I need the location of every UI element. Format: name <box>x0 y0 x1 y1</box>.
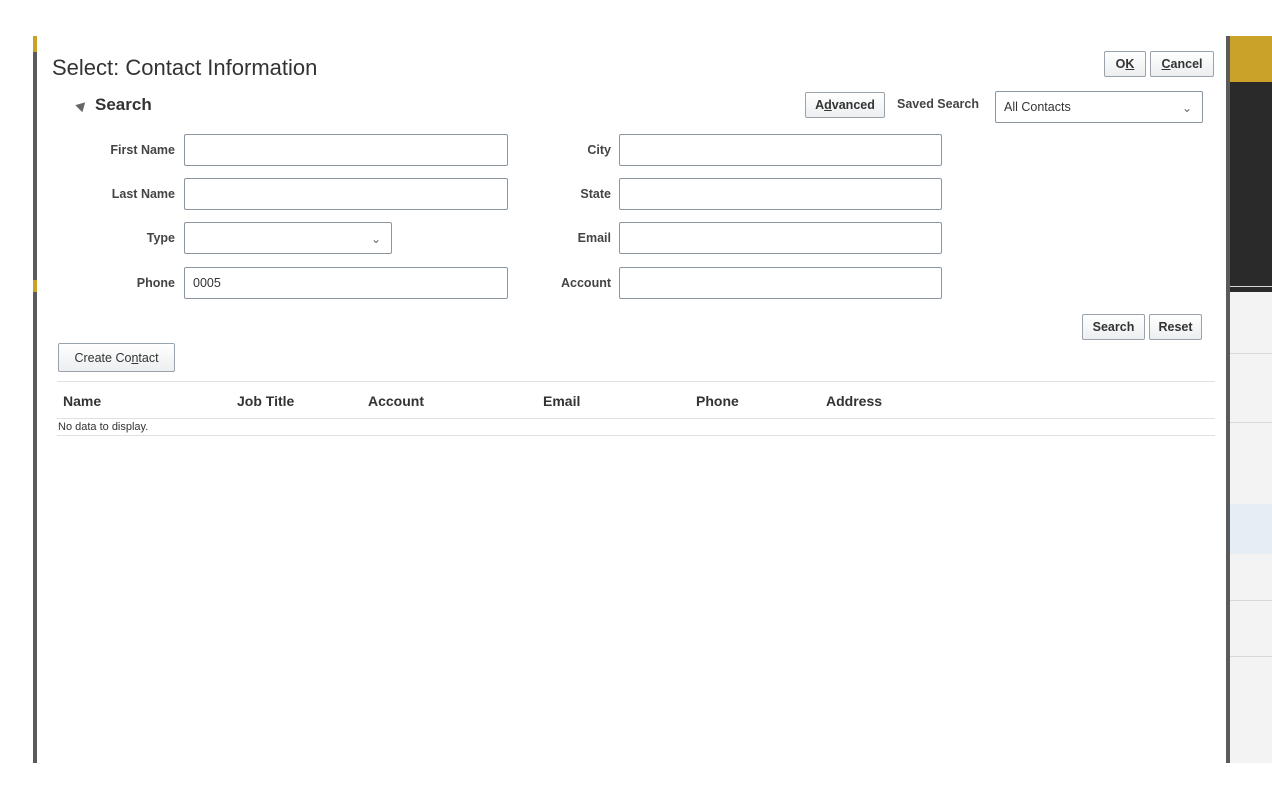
create-contact-accesskey: n <box>131 350 139 365</box>
email-input[interactable] <box>619 222 942 254</box>
advanced-accesskey: d <box>824 98 832 112</box>
saved-search-select[interactable]: All Contacts ⌄ <box>995 91 1203 123</box>
background-divider <box>1230 286 1272 287</box>
email-label: Email <box>577 231 611 245</box>
cancel-accesskey: C <box>1161 57 1171 71</box>
background-divider <box>1230 600 1272 601</box>
reset-button[interactable]: Reset <box>1149 314 1202 340</box>
triangle-down-icon <box>75 98 89 112</box>
phone-input[interactable]: 0005 <box>184 267 508 299</box>
last-name-label: Last Name <box>111 187 175 201</box>
cancel-label: ancel <box>1170 57 1203 71</box>
background-divider <box>1230 656 1272 657</box>
cancel-button[interactable]: Cancel <box>1150 51 1214 77</box>
column-header-phone[interactable]: Phone <box>696 393 739 409</box>
first-name-label: First Name <box>110 143 175 157</box>
column-header-address[interactable]: Address <box>826 393 882 409</box>
type-label: Type <box>146 231 175 245</box>
create-contact-label: Create Co <box>74 350 132 365</box>
ok-button[interactable]: OK <box>1104 51 1146 77</box>
advanced-button[interactable]: Ad vanced <box>805 92 885 118</box>
advanced-label: A <box>815 98 825 112</box>
state-input[interactable] <box>619 178 942 210</box>
table-top-divider <box>57 381 1215 382</box>
city-input[interactable] <box>619 134 942 166</box>
select-contact-dialog: Select: Contact Information OK Cancel Se… <box>37 36 1226 763</box>
search-section-toggle[interactable]: Search <box>75 95 152 115</box>
account-input[interactable] <box>619 267 942 299</box>
dialog-title: Select: Contact Information <box>52 55 318 80</box>
background-divider <box>1230 353 1272 354</box>
search-section-title: Search <box>95 95 152 114</box>
phone-value: 0005 <box>193 276 221 290</box>
search-button[interactable]: Search <box>1082 314 1145 340</box>
saved-search-value: All Contacts <box>1004 100 1071 114</box>
advanced-label-rest: vanced <box>831 98 875 112</box>
city-label: City <box>587 143 611 157</box>
phone-label: Phone <box>136 276 175 290</box>
type-select[interactable]: ⌄ <box>184 222 392 254</box>
background-divider <box>1230 422 1272 423</box>
background-header-band <box>1230 36 1272 82</box>
account-label: Account <box>561 276 611 290</box>
first-name-input[interactable] <box>184 134 508 166</box>
ok-label: O <box>1115 57 1126 71</box>
background-dark-band <box>1230 82 1272 292</box>
create-contact-button[interactable]: Create Co n tact <box>58 343 175 372</box>
chevron-down-icon: ⌄ <box>1181 101 1192 115</box>
table-header-divider <box>57 418 1215 419</box>
column-header-email[interactable]: Email <box>543 393 580 409</box>
background-highlight <box>1230 504 1272 554</box>
chevron-down-icon: ⌄ <box>370 232 381 246</box>
column-header-name[interactable]: Name <box>63 393 101 409</box>
background-app-strip <box>1230 36 1272 763</box>
create-contact-label-rest: tact <box>138 350 159 365</box>
table-row-divider <box>57 435 1215 436</box>
last-name-input[interactable] <box>184 178 508 210</box>
saved-search-label: Saved Search <box>897 97 979 111</box>
empty-table-message: No data to display. <box>58 421 149 433</box>
state-label: State <box>580 187 611 201</box>
column-header-account[interactable]: Account <box>368 393 424 409</box>
ok-accesskey: K <box>1125 57 1135 71</box>
column-header-job-title[interactable]: Job Title <box>237 393 294 409</box>
